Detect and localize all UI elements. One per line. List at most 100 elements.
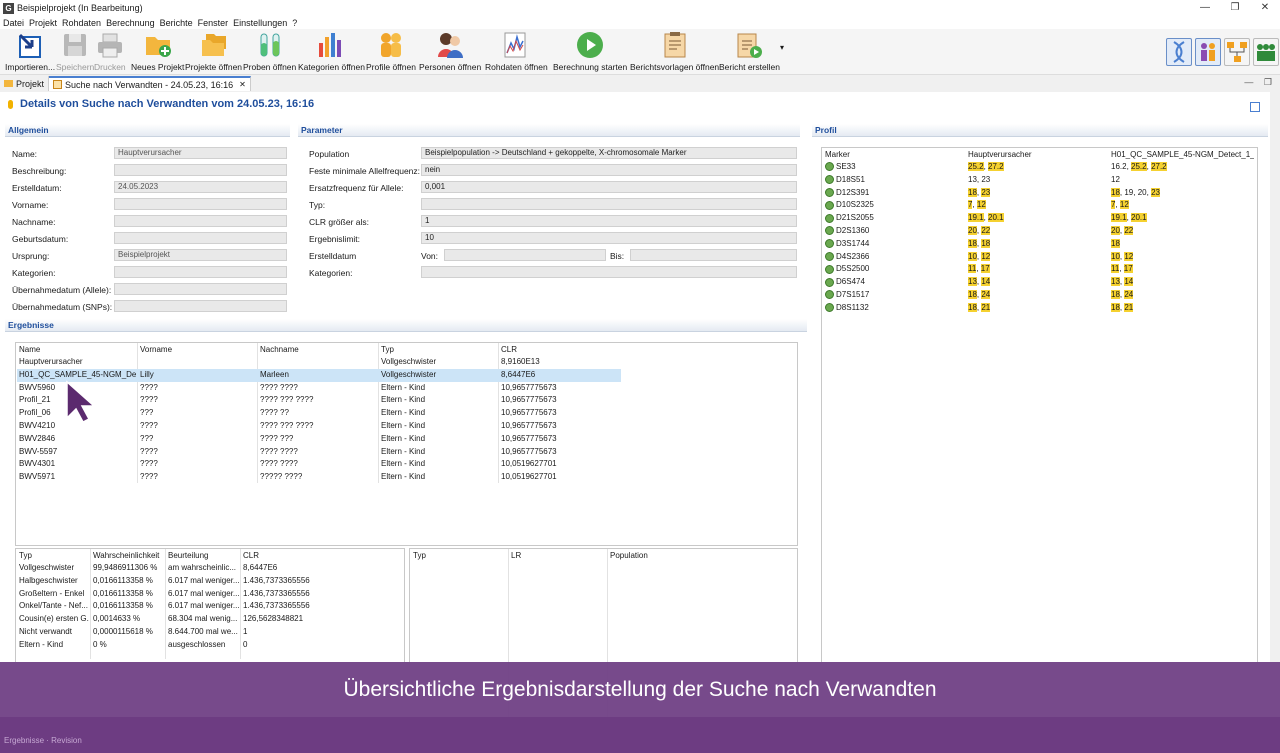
column-header[interactable]: Name — [19, 344, 136, 356]
ergebnislimit-field[interactable]: 10 — [421, 232, 797, 244]
detail-cell[interactable]: 99,9486911306 % — [93, 562, 164, 574]
column-header[interactable]: Typ — [413, 550, 507, 562]
population-field[interactable]: Beispielpopulation -> Deutschland + geko… — [421, 147, 797, 159]
result-cell[interactable]: ???? ?? — [260, 407, 377, 419]
result-cell[interactable]: Marleen — [260, 369, 377, 381]
menu-help[interactable]: ? — [292, 18, 297, 28]
result-cell[interactable]: 10,9657775673 — [501, 420, 617, 432]
allele-cell[interactable]: 16.2, 25.2, 27.2 — [1111, 161, 1251, 173]
allgemein-field[interactable] — [114, 164, 287, 176]
menu-rohdaten[interactable]: Rohdaten — [62, 18, 101, 28]
column-header[interactable]: Typ — [19, 550, 89, 562]
allele-cell[interactable]: 18, 24 — [1111, 289, 1251, 301]
allgemein-field[interactable] — [114, 266, 287, 278]
detail-cell[interactable]: 0 — [243, 639, 312, 651]
allele-cell[interactable]: 7, 12 — [968, 199, 1108, 211]
allele-cell[interactable]: 18 — [1111, 238, 1251, 250]
detail-cell[interactable]: 0,0166113358 % — [93, 600, 164, 612]
allele-cell[interactable]: 11, 17 — [968, 263, 1108, 275]
allele-cell[interactable]: 13, 23 — [968, 174, 1108, 186]
marker-cell[interactable]: D7S1517 — [825, 289, 965, 301]
result-cell[interactable]: Eltern - Kind — [381, 446, 497, 458]
detail-cell[interactable]: 68.304 mal wenig... — [168, 613, 239, 625]
allgemein-field[interactable] — [114, 215, 287, 227]
detail-cell[interactable]: 0,0014633 % — [93, 613, 164, 625]
detail-cell[interactable]: 0,0000115618 % — [93, 626, 164, 638]
allele-cell[interactable]: 20, 22 — [968, 225, 1108, 237]
detail-cell[interactable]: 8.644.700 mal we... — [168, 626, 239, 638]
result-cell[interactable]: BWV2846 — [19, 433, 136, 445]
open-categories-button[interactable]: Kategorien öffnen — [298, 31, 365, 72]
print-button[interactable]: Drucken — [94, 31, 126, 72]
allgemein-field[interactable] — [114, 198, 287, 210]
result-cell[interactable]: 8,6447E6 — [501, 369, 617, 381]
result-cell[interactable]: BWV4301 — [19, 458, 136, 470]
allgemein-field[interactable]: 24.05.2023 — [114, 181, 287, 193]
close-button[interactable]: ✕ — [1250, 0, 1280, 16]
result-cell[interactable]: 8,9160E13 — [501, 356, 617, 368]
allele-cell[interactable]: 18, 24 — [968, 289, 1108, 301]
profile-column-header[interactable]: Marker — [825, 149, 964, 161]
marker-cell[interactable]: D6S474 — [825, 276, 965, 288]
column-header[interactable]: CLR — [501, 344, 617, 356]
open-profiles-button[interactable]: Profile öffnen — [366, 31, 416, 72]
detail-cell[interactable]: ausgeschlossen — [168, 639, 239, 651]
marker-cell[interactable]: D3S1744 — [825, 238, 965, 250]
result-cell[interactable]: ???? — [140, 382, 256, 394]
column-header[interactable]: Beurteilung — [168, 550, 239, 562]
detail-cell[interactable]: 1.436,7373365556 — [243, 600, 312, 612]
detail-cell[interactable]: 8,6447E6 — [243, 562, 312, 574]
bis-date-field[interactable] — [630, 249, 797, 261]
marker-cell[interactable]: D12S391 — [825, 187, 965, 199]
kategorien-field[interactable] — [421, 266, 797, 278]
result-cell[interactable]: ???? ??? ???? — [260, 394, 377, 406]
allele-cell[interactable]: 10, 12 — [968, 251, 1108, 263]
allele-cell[interactable]: 18, 18 — [968, 238, 1108, 250]
tab-close-icon[interactable]: ✕ — [239, 80, 246, 89]
open-rawdata-button[interactable]: Rohdaten öffnen — [485, 31, 548, 72]
tab-suche-nach-verwandten[interactable]: Suche nach Verwandten - 24.05.23, 16:16 … — [49, 76, 251, 91]
results-table[interactable]: Name Vorname Nachname Typ CLR Hauptverursache… — [15, 342, 798, 546]
allele-cell[interactable]: 18, 23 — [968, 187, 1108, 199]
result-cell[interactable]: 10,9657775673 — [501, 407, 617, 419]
perspective-persons-button[interactable] — [1195, 38, 1221, 66]
new-project-button[interactable]: Neues Projekt — [131, 31, 184, 72]
result-cell[interactable]: BWV5971 — [19, 471, 136, 483]
open-external-icon[interactable] — [1250, 102, 1260, 112]
result-cell[interactable]: ??? — [140, 433, 256, 445]
result-cell[interactable]: 10,9657775673 — [501, 382, 617, 394]
result-cell[interactable]: ???? — [140, 458, 256, 470]
allgemein-field[interactable]: Beispielprojekt — [114, 249, 287, 261]
allele-cell[interactable]: 19.1, 20.1 — [1111, 212, 1251, 224]
result-cell[interactable]: Hauptverursacher — [19, 356, 136, 368]
ersatzfrequenz-field[interactable]: 0,001 — [421, 181, 797, 193]
profile-table[interactable]: Marker Hauptverursacher H01_QC_SAMPLE_45-N… — [821, 147, 1258, 662]
result-cell[interactable]: 10,9657775673 — [501, 433, 617, 445]
detail-cell[interactable]: 1.436,7373365556 — [243, 575, 312, 587]
allele-cell[interactable]: 18, 19, 20, 23 — [1111, 187, 1251, 199]
result-cell[interactable]: ???? ???? — [260, 446, 377, 458]
allele-cell[interactable]: 7, 12 — [1111, 199, 1251, 211]
allgemein-field[interactable] — [114, 300, 287, 312]
result-cell[interactable]: H01_QC_SAMPLE_45-NGM_Det... — [19, 369, 136, 381]
result-cell[interactable]: BWV-5597 — [19, 446, 136, 458]
maximize-button[interactable]: ❐ — [1220, 0, 1250, 16]
feste-allelfrequenz-field[interactable]: nein — [421, 164, 797, 176]
detail-cell[interactable]: 0 % — [93, 639, 164, 651]
result-cell[interactable]: ???? ??? ???? — [260, 420, 377, 432]
marker-cell[interactable]: D4S2366 — [825, 251, 965, 263]
result-cell[interactable]: ???? — [140, 446, 256, 458]
result-cell[interactable]: 10,9657775673 — [501, 394, 617, 406]
allele-cell[interactable]: 25.2, 27.2 — [968, 161, 1108, 173]
column-header[interactable]: Wahrscheinlichkeit — [93, 550, 164, 562]
menu-projekt[interactable]: Projekt — [29, 18, 57, 28]
detail-cell[interactable]: Onkel/Tante - Nef... — [19, 600, 89, 612]
menu-datei[interactable]: Datei — [3, 18, 24, 28]
allele-cell[interactable]: 12 — [1111, 174, 1251, 186]
result-cell[interactable]: Eltern - Kind — [381, 433, 497, 445]
marker-cell[interactable]: D10S2325 — [825, 199, 965, 211]
result-cell[interactable]: ???? — [140, 394, 256, 406]
allele-cell[interactable]: 19.1, 20.1 — [968, 212, 1108, 224]
allele-cell[interactable]: 11, 17 — [1111, 263, 1251, 275]
result-cell[interactable]: Eltern - Kind — [381, 394, 497, 406]
